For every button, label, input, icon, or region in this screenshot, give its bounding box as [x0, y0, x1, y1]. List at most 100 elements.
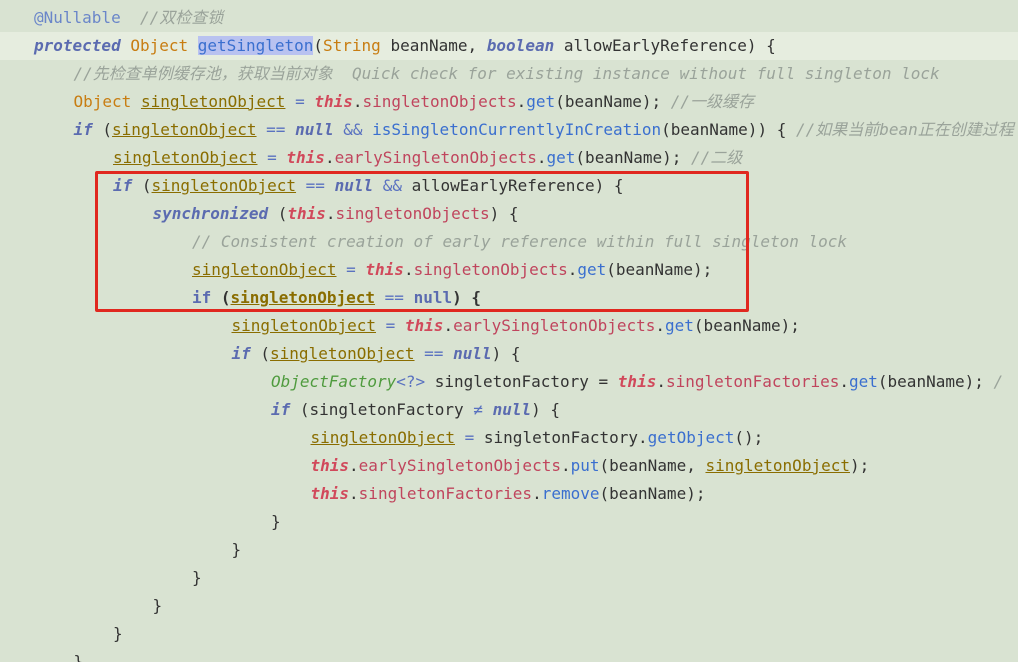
code-token: if [192, 288, 212, 307]
code-token: Object [73, 92, 132, 111]
code-line[interactable]: if (singletonObject == null) { [0, 340, 1018, 368]
code-token: null [334, 176, 374, 195]
code-token: . [352, 92, 363, 111]
code-token: == [375, 288, 414, 307]
code-token: } [73, 652, 84, 662]
code-token: . [655, 316, 666, 335]
code-token: put [570, 456, 600, 475]
code-line[interactable]: // Consistent creation of early referenc… [0, 228, 1018, 256]
code-token: (); [734, 428, 764, 447]
code-token: earlySingletonObjects [334, 148, 537, 167]
code-token: . [349, 456, 359, 475]
code-token: ( [250, 344, 271, 363]
code-token: } [192, 568, 202, 587]
code-token: isSingletonCurrentlyInCreation [372, 120, 662, 139]
code-token: if [113, 176, 133, 195]
code-line[interactable]: } [0, 648, 1018, 662]
code-editor[interactable]: @Nullable //双检查锁 protected Object getSing… [0, 0, 1018, 662]
code-token: . [536, 148, 547, 167]
code-line[interactable]: singletonObject = singletonFactory.getOb… [0, 424, 1018, 452]
code-token: singletonFactories [358, 484, 533, 503]
code-token: // Consistent creation of early referenc… [192, 232, 848, 251]
code-token: this [287, 204, 326, 223]
code-token: singletonObject [113, 148, 258, 167]
code-line[interactable]: singletonObject = this.earlySingletonObj… [0, 144, 1018, 172]
code-token: protected [34, 36, 121, 55]
code-line[interactable]: //先检查单例缓存池，获取当前对象 Quick check for existi… [0, 60, 1018, 88]
code-token: remove [541, 484, 600, 503]
code-token: = [285, 92, 315, 111]
code-token: this [314, 92, 353, 111]
code-line[interactable]: @Nullable //双检查锁 [0, 4, 1018, 32]
code-token: <?> [396, 372, 426, 391]
code-token: null [413, 288, 453, 307]
code-line[interactable]: singletonObject = this.singletonObjects.… [0, 256, 1018, 284]
code-token: singletonObject [270, 344, 415, 363]
code-token: null [453, 344, 492, 363]
code-token: allowEarlyReference) { [411, 176, 624, 195]
code-line[interactable]: if (singletonObject == null && allowEarl… [0, 172, 1018, 200]
code-line[interactable]: this.singletonFactories.remove(beanName)… [0, 480, 1018, 508]
code-token: . [325, 204, 336, 223]
code-token: singletonObject [151, 176, 297, 195]
code-token: //二级 [691, 148, 743, 167]
code-token: . [532, 484, 542, 503]
code-token: == [296, 176, 335, 195]
code-line[interactable]: } [0, 564, 1018, 592]
code-token: (beanName); [555, 92, 671, 111]
code-token: boolean [486, 36, 555, 55]
code-token: . [516, 92, 527, 111]
code-line[interactable]: ObjectFactory<?> singletonFactory = this… [0, 368, 1018, 396]
code-token: allowEarlyReference) { [554, 36, 776, 55]
code-line[interactable]: } [0, 508, 1018, 536]
code-token: } [152, 596, 163, 615]
code-line[interactable]: } [0, 536, 1018, 564]
code-line[interactable]: if (singletonObject == null && isSinglet… [0, 116, 1018, 144]
code-token: . [349, 484, 359, 503]
code-token: singletonFactories [665, 372, 840, 391]
code-line[interactable]: if (singletonFactory ≠ null) { [0, 396, 1018, 424]
code-token: . [443, 316, 454, 335]
code-token: this [617, 372, 657, 391]
code-token: ); [849, 456, 870, 475]
code-token: ( [132, 176, 152, 195]
code-token: = [336, 260, 366, 279]
code-token: ( [211, 288, 231, 307]
code-token: (beanName); [599, 484, 706, 503]
code-token: (beanName, [599, 456, 706, 475]
code-token: ) { [452, 288, 481, 307]
code-token: ) { [489, 204, 519, 223]
code-token: . [656, 372, 666, 391]
code-line[interactable]: } [0, 620, 1018, 648]
code-line[interactable]: Object singletonObject = this.singletonO… [0, 88, 1018, 116]
code-token: singletonObject [192, 260, 337, 279]
code-token: get [665, 316, 694, 335]
code-token: get [546, 148, 576, 167]
code-token: earlySingletonObjects [453, 316, 656, 335]
code-token: //先检查单例缓存池，获取当前对象 Quick check for existi… [73, 64, 940, 83]
code-line[interactable]: protected Object getSingleton(String bea… [0, 32, 1018, 60]
code-token: getSingleton [197, 36, 314, 55]
code-token: getObject [647, 428, 735, 447]
code-token: == [414, 344, 454, 363]
code-token: ( [313, 36, 324, 55]
code-token: ≠ [473, 400, 483, 419]
code-token: (beanName); [877, 372, 994, 391]
code-line[interactable]: if (singletonObject == null) { [0, 284, 1018, 312]
code-line[interactable]: synchronized (this.singletonObjects) { [0, 200, 1018, 228]
code-token: == [256, 120, 296, 139]
code-token: (singletonFactory [290, 400, 474, 419]
code-token: } [113, 624, 123, 643]
code-line[interactable]: singletonObject = this.earlySingletonObj… [0, 312, 1018, 340]
code-token: singletonFactory. [483, 428, 648, 447]
code-line[interactable]: } [0, 592, 1018, 620]
code-token: //一级缓存 [670, 92, 755, 111]
code-line[interactable]: this.earlySingletonObjects.put(beanName,… [0, 452, 1018, 480]
code-token: = [257, 148, 287, 167]
code-token: get [849, 372, 878, 391]
